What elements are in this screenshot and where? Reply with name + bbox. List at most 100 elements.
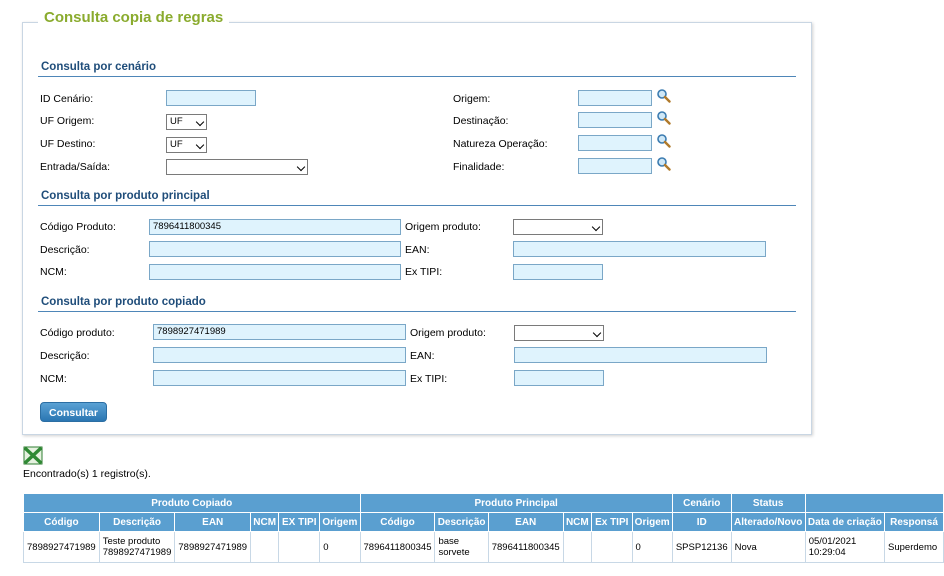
chevron-down-icon [195,117,205,127]
ex-tipi-label: Ex TIPI: [405,266,443,278]
origem-produto-select[interactable] [513,219,603,235]
cell-cp-origem: 0 [319,531,361,563]
excel-icon[interactable] [23,446,43,465]
cell-data-line1: 05/01/2021 [808,536,857,547]
descricao-copiado-label: Descrição: [40,350,90,362]
ean-input[interactable] [513,241,766,257]
column-header[interactable]: Descrição [98,512,176,532]
cell-data-criacao: 05/01/2021 10:29:04 [804,531,886,563]
descricao-label: Descrição: [40,244,90,256]
section-title-principal: Consulta por produto principal [41,190,210,202]
ean-copiado-input[interactable] [514,347,767,363]
column-header[interactable]: NCM [562,512,592,532]
uf-origem-value: UF [170,116,183,127]
finalidade-input[interactable] [578,158,652,174]
finalidade-label: Finalidade: [453,161,505,173]
chevron-down-icon [195,140,205,150]
codigo-produto-label: Código Produto: [40,221,116,233]
cell-cp-descricao-line2: 7898927471989 [102,547,172,558]
page-title: Consulta copia de regras [38,9,230,26]
chevron-down-icon [591,222,601,232]
magnifier-icon[interactable] [656,156,671,171]
column-header[interactable]: NCM [250,512,280,532]
origem-copiado-label: Origem produto: [410,327,486,339]
entrada-saida-select[interactable] [166,159,308,175]
group-cenario: Cenário [671,493,732,513]
column-header[interactable]: EAN [174,512,252,532]
ncm-label: NCM: [40,266,67,278]
ex-tipi-copiado-input[interactable] [514,370,604,386]
entrada-saida-label: Entrada/Saída: [40,161,111,173]
magnifier-icon[interactable] [656,110,671,125]
ean-copiado-label: EAN: [410,350,435,362]
column-header[interactable]: Código [23,512,100,532]
section-divider [38,311,796,312]
cell-cenario-id: SPSP12136 [671,531,732,563]
natureza-operacao-label: Natureza Operação: [453,138,548,150]
column-header[interactable]: Código [359,512,436,532]
section-divider [38,76,796,77]
cell-pp-descricao-line2: sorvete [438,547,470,558]
uf-origem-select[interactable]: UF [166,114,207,130]
cell-cp-ncm [250,531,280,563]
magnifier-icon[interactable] [656,88,671,103]
ex-tipi-copiado-label: Ex TIPI: [410,373,448,385]
group-status: Status [730,493,806,513]
table-row[interactable]: 7898927471989 Teste produto 7898927471989… [23,531,944,563]
descricao-input[interactable] [149,241,401,257]
column-header[interactable]: Ex TIPI [590,512,633,532]
natureza-operacao-input[interactable] [578,135,652,151]
cell-cp-descricao-line1: Teste produto [102,536,161,547]
cell-pp-ean: 7896411800345 [487,531,564,563]
ex-tipi-input[interactable] [513,264,603,280]
column-header[interactable]: Origem [631,512,673,532]
column-header[interactable]: Data de criação [804,512,886,532]
origem-copiado-select[interactable] [514,325,604,341]
cell-cp-ean: 7898927471989 [174,531,252,563]
results-count: Encontrado(s) 1 registro(s). [23,468,151,480]
column-header[interactable]: EX TIPI [278,512,321,532]
id-cenario-input[interactable] [166,90,256,106]
cell-pp-descricao: base sorvete [434,531,489,563]
codigo-copiado-input[interactable]: 7898927471989 [153,324,406,340]
cell-pp-codigo: 7896411800345 [359,531,436,563]
cell-status: Nova [730,531,806,563]
chevron-down-icon [592,328,602,338]
cell-cp-extipi [278,531,321,563]
column-header[interactable]: Alterado/Novo [730,512,806,532]
column-header[interactable]: ID [671,512,732,532]
column-header[interactable]: Origem [319,512,361,532]
group-produto-copiado: Produto Copiado [23,493,361,513]
descricao-copiado-input[interactable] [153,347,406,363]
chevron-down-icon [296,162,306,172]
section-divider [38,205,796,206]
group-produto-principal: Produto Principal [359,493,673,513]
results-table: Produto Copiado Produto Principal Cenári… [23,493,944,563]
cell-responsavel: Superdemo [884,531,944,563]
cell-pp-ncm [562,531,592,563]
magnifier-icon[interactable] [656,133,671,148]
cell-pp-extipi [590,531,633,563]
section-title-cenario: Consulta por cenário [41,61,157,73]
codigo-produto-input[interactable]: 7896411800345 [149,219,401,235]
uf-destino-label: UF Destino: [40,138,96,150]
destinacao-label: Destinação: [453,115,509,127]
origem-input[interactable] [578,90,652,106]
column-header[interactable]: EAN [487,512,564,532]
ncm-copiado-label: NCM: [40,373,67,385]
ncm-copiado-input[interactable] [153,370,406,386]
origem-label: Origem: [453,93,491,105]
id-cenario-label: ID Cenário: [40,93,94,105]
ncm-input[interactable] [149,264,401,280]
cell-pp-descricao-line1: base [438,536,460,547]
cell-pp-origem: 0 [631,531,673,563]
uf-destino-select[interactable]: UF [166,137,207,153]
column-header[interactable]: Responsá [884,512,944,532]
origem-produto-label: Origem produto: [405,221,481,233]
destinacao-input[interactable] [578,112,652,128]
column-header[interactable]: Descrição [434,512,489,532]
cell-cp-codigo: 7898927471989 [23,531,100,563]
consultar-button[interactable]: Consultar [40,402,107,422]
table-group-header: Produto Copiado Produto Principal Cenári… [23,493,944,513]
uf-destino-value: UF [170,139,183,150]
